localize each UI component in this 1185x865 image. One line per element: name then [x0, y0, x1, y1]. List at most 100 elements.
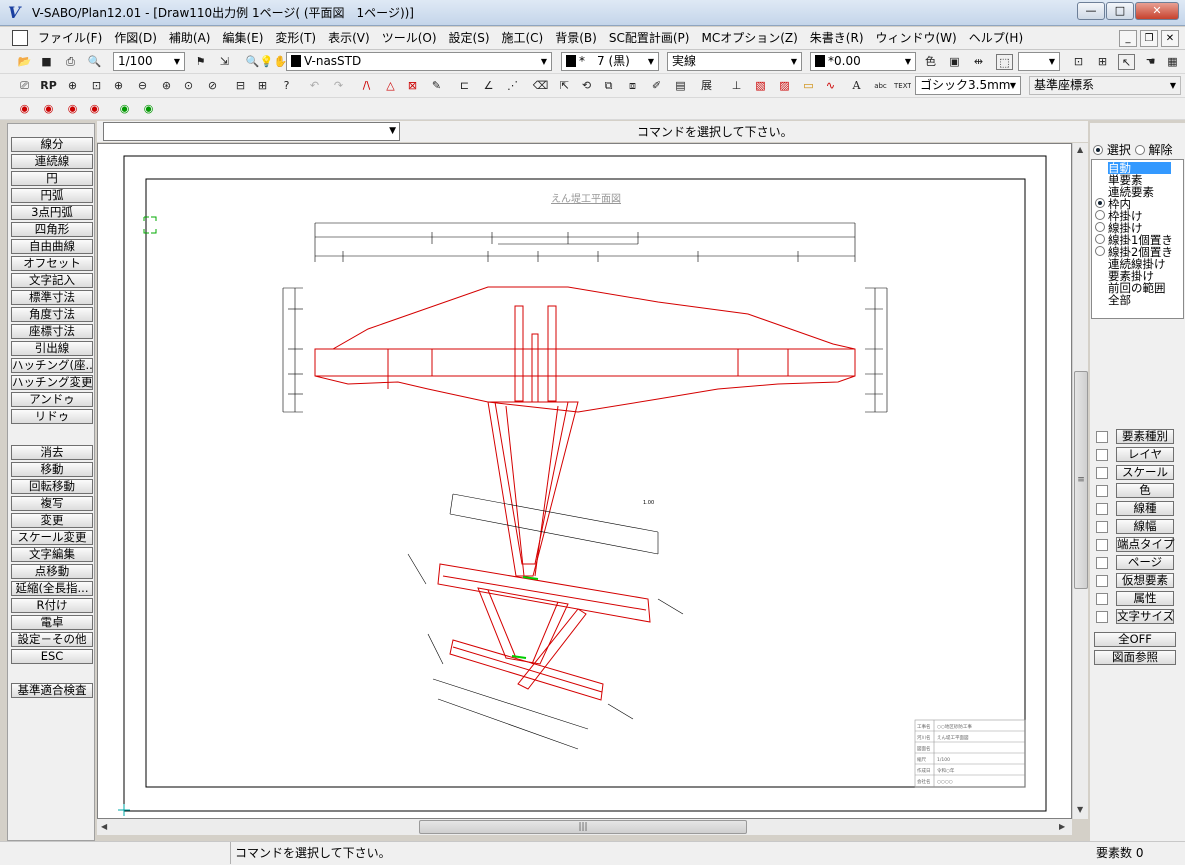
- measure-icon[interactable]: ▭: [800, 78, 817, 94]
- menu-file[interactable]: ファイル(F): [32, 28, 108, 49]
- vertical-scroll-thumb[interactable]: ≡: [1074, 371, 1088, 589]
- coord-system-select[interactable]: 基準座標系 ▼: [1029, 76, 1181, 95]
- menu-redline[interactable]: 朱書き(R): [804, 28, 870, 49]
- text-abc-icon[interactable]: abc: [872, 78, 889, 94]
- change-button[interactable]: 変更: [11, 513, 93, 528]
- filter-checkbox[interactable]: [1096, 611, 1108, 623]
- filter-checkbox[interactable]: [1096, 521, 1108, 533]
- help-icon[interactable]: ?: [278, 78, 295, 94]
- element-type-button[interactable]: 要素種別: [1116, 429, 1174, 444]
- three-point-arc-button[interactable]: 3点円弧: [11, 205, 93, 220]
- preview-icon[interactable]: 🔍: [86, 54, 103, 70]
- text-entry-button[interactable]: 文字記入: [11, 273, 93, 288]
- document-icon[interactable]: [12, 30, 28, 46]
- snap-icon[interactable]: ⊡: [1070, 54, 1087, 70]
- layer-move-icon[interactable]: ⇲: [216, 54, 233, 70]
- rp-icon[interactable]: RP: [40, 78, 57, 94]
- color-select[interactable]: * 7 (黒) ▼: [561, 52, 659, 71]
- freecurve-button[interactable]: 自由曲線: [11, 239, 93, 254]
- globe-layer1-icon[interactable]: ◉: [40, 101, 57, 117]
- layer-button[interactable]: レイヤ: [1116, 447, 1174, 462]
- undo-button[interactable]: アンドゥ: [11, 392, 93, 407]
- layer-select[interactable]: V-nasSTD ▼: [286, 52, 552, 71]
- filter-checkbox[interactable]: [1096, 539, 1108, 551]
- menu-view[interactable]: 表示(V): [322, 28, 376, 49]
- page-button[interactable]: ページ: [1116, 555, 1174, 570]
- move-icon[interactable]: ⇱: [556, 78, 573, 94]
- mdi-restore-button[interactable]: ❐: [1140, 30, 1158, 47]
- mirror-icon[interactable]: ⧈: [624, 78, 641, 94]
- hand-pan-icon[interactable]: ☚: [1142, 54, 1159, 70]
- eraser-icon[interactable]: ⌫: [532, 78, 549, 94]
- settings-other-button[interactable]: 設定－その他: [11, 632, 93, 647]
- scale-button[interactable]: スケール: [1116, 465, 1174, 480]
- redo-button[interactable]: リドゥ: [11, 409, 93, 424]
- angle-dim-icon[interactable]: ∠: [480, 78, 497, 94]
- grid-snap-icon[interactable]: ⊞: [1094, 54, 1111, 70]
- angle-dim-button[interactable]: 角度寸法: [11, 307, 93, 322]
- minus-icon[interactable]: ⊟: [232, 78, 249, 94]
- globe-layer3-icon[interactable]: ◉: [86, 101, 103, 117]
- coord-dim-button[interactable]: 座標寸法: [11, 324, 93, 339]
- menu-background[interactable]: 背景(B): [549, 28, 603, 49]
- extend-button[interactable]: 延縮(全長指...: [11, 581, 93, 596]
- calc-icon[interactable]: ▦: [1164, 54, 1181, 70]
- all-off-button[interactable]: 全OFF: [1094, 632, 1176, 647]
- scroll-right-icon[interactable]: ▶: [1059, 822, 1065, 831]
- line-cross-radio[interactable]: [1095, 222, 1105, 232]
- width-icon[interactable]: ⇹: [970, 54, 987, 70]
- rotate-icon[interactable]: ⟲: [578, 78, 595, 94]
- scroll-left-icon[interactable]: ◀: [101, 822, 107, 831]
- color-filter-button[interactable]: 色: [1116, 483, 1174, 498]
- filter-checkbox[interactable]: [1096, 503, 1108, 515]
- standard-dim-button[interactable]: 標準寸法: [11, 290, 93, 305]
- offset-button[interactable]: オフセット: [11, 256, 93, 271]
- menu-assist[interactable]: 補助(A): [163, 28, 217, 49]
- compliance-check-button[interactable]: 基準適合検査: [11, 683, 93, 698]
- open-icon[interactable]: 📂: [16, 54, 33, 70]
- undo-icon[interactable]: ↶: [306, 78, 323, 94]
- menu-construction[interactable]: 施工(C): [496, 28, 550, 49]
- command-select[interactable]: ▼: [103, 122, 400, 141]
- scale-change-button[interactable]: スケール変更: [11, 530, 93, 545]
- vertical-scrollbar[interactable]: ▲ ≡ ▼: [1072, 143, 1088, 819]
- zoom-window-icon[interactable]: ⊡: [88, 78, 105, 94]
- dim-tool-icon[interactable]: ⊏: [456, 78, 473, 94]
- close-button[interactable]: ✕: [1135, 2, 1179, 20]
- filter-checkbox[interactable]: [1096, 449, 1108, 461]
- layer-tool-icon[interactable]: ⚑: [192, 54, 209, 70]
- frame-cross-radio[interactable]: [1095, 210, 1105, 220]
- drawing-canvas[interactable]: えん堤工平面図 1.00 工事名 河川名 図面名 縮尺 作成日 会社名 ○○地区…: [97, 143, 1072, 819]
- scale-select[interactable]: 1/100 ▼: [113, 52, 185, 71]
- linewidth-button[interactable]: 線幅: [1116, 519, 1174, 534]
- zoom-out-icon[interactable]: ⊖: [134, 78, 151, 94]
- baseline-icon[interactable]: ⊥: [728, 78, 745, 94]
- polyline-button[interactable]: 連続線: [11, 154, 93, 169]
- line-tool-icon[interactable]: /\: [358, 78, 375, 94]
- rotate-move-button[interactable]: 回転移動: [11, 479, 93, 494]
- plus-icon[interactable]: ⊞: [254, 78, 271, 94]
- point-move-button[interactable]: 点移動: [11, 564, 93, 579]
- menu-help[interactable]: ヘルプ(H): [963, 28, 1029, 49]
- menu-settings[interactable]: 設定(S): [443, 28, 496, 49]
- virtual-element-button[interactable]: 仮想要素: [1116, 573, 1174, 588]
- display-icon[interactable]: ▣: [946, 54, 963, 70]
- menu-sc-plan[interactable]: SC配置計画(P): [603, 28, 696, 49]
- horizontal-scroll-thumb[interactable]: |||: [419, 820, 747, 834]
- font-select[interactable]: ゴシック3.5mm ▼: [915, 76, 1021, 95]
- minimize-button[interactable]: —: [1077, 2, 1105, 20]
- triangle-tool-icon[interactable]: △: [382, 78, 399, 94]
- hatching-button[interactable]: ハッチング(座...: [11, 358, 93, 373]
- zoom-in-icon[interactable]: ⊕: [110, 78, 127, 94]
- drawing-reference-button[interactable]: 図面参照: [1094, 650, 1176, 665]
- frame-radio[interactable]: [1095, 198, 1105, 208]
- maximize-button[interactable]: □: [1106, 2, 1134, 20]
- menu-draw[interactable]: 作図(D): [108, 28, 163, 49]
- arc-button[interactable]: 円弧: [11, 188, 93, 203]
- text-size-button[interactable]: 文字サイズ: [1116, 609, 1174, 624]
- filter-checkbox[interactable]: [1096, 557, 1108, 569]
- menu-window[interactable]: ウィンドウ(W): [870, 28, 963, 49]
- zoom-prev-icon[interactable]: ⊙: [180, 78, 197, 94]
- mdi-minimize-button[interactable]: _: [1119, 30, 1137, 47]
- horizontal-scrollbar[interactable]: ◀ ||| ▶: [97, 819, 1072, 835]
